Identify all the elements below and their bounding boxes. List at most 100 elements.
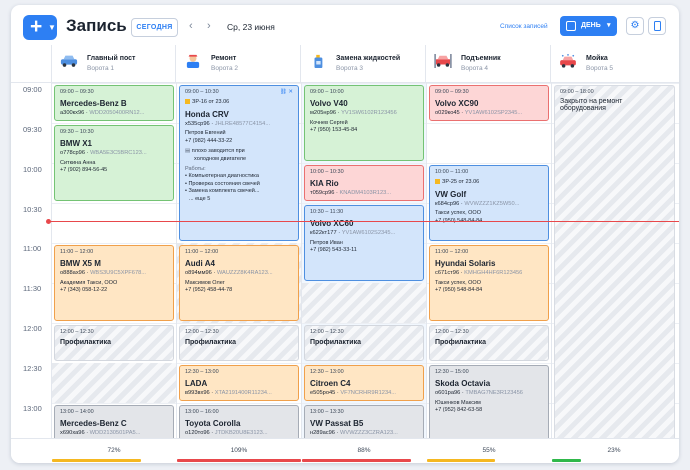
closed-note: Закрыто на ремонт [560,98,623,105]
appointment-card[interactable]: 11:00 – 12:00 Hyundai Solaris с671ст96 ·… [429,245,549,321]
add-appointment-button[interactable]: + ▼ [23,15,57,40]
car-icon [60,55,78,67]
order-badge: ЗР-25 от 23.06 [435,179,543,186]
load-percent: 72% [107,447,121,454]
blocked-slot [52,363,176,403]
appointment-time: 11:00 – 12:00 [60,249,94,255]
appointment-card[interactable]: 13:00 – 14:00 Mercedes-Benz C х690ха96 ·… [54,405,174,438]
page-title: Запись [66,16,127,35]
appointment-plate: о601ра96 · TMBAG7NE3R123456 [435,390,523,397]
wash-icon [560,54,576,68]
current-time-line [49,221,679,222]
settings-button[interactable]: ⚙ [626,17,644,35]
appointment-card[interactable]: 12:30 – 13:00 Citroen C4 е505ро45 · VF7N… [304,365,424,401]
appointment-card[interactable]: 10:00 – 11:00 ЗР-25 от 23.06 VW Golf к68… [429,165,549,241]
appointment-plate: о888ах96 · WBS3U9C5XPF678... [60,270,147,277]
appointment-card[interactable]: 10:30 – 11:30 Volvo XC60 к622кт177 · YV1… [304,205,424,281]
appointment-card[interactable]: 13:00 – 13:30 VW Passat B5 н289ас96 · WV… [304,405,424,438]
time-label: 09:00 [23,85,42,94]
maintenance-slot[interactable]: 12:00 – 12:30 Профилактика [304,325,424,361]
appointment-time: 12:30 – 13:00 [310,369,344,375]
appointment-plate: с671ст96 · KMHGH4HF6R123456 [435,270,523,277]
appointment-car: Citroen C4 [310,379,351,389]
appointment-card[interactable]: 09:30 – 10:30 BMW X1 о778ср96 · WBA5E3C5… [54,125,174,201]
chevron-left-icon[interactable]: ‹ [189,20,193,32]
appointment-plate: о029ко45 · YV1AW6102SP2345... [435,110,523,117]
today-button[interactable]: СЕГОДНЯ [131,18,178,37]
appointment-time: 12:30 – 15:00 [435,369,469,375]
appointment-time: 12:00 – 12:30 [310,329,344,335]
appointment-card[interactable]: 12:30 – 15:00 Skoda Octavia о601ра96 · T… [429,365,549,438]
appointment-car: LADA [185,379,208,389]
time-label: 12:30 [23,364,42,373]
load-percent: 109% [230,447,248,454]
column-name: Мойка [586,55,608,62]
appointment-card-selected[interactable]: 09:00 – 10:30 ⛓ ✕ ЗР-16 от 23.06 Honda CR… [179,85,299,241]
column-header-wash: Мойка Ворота 5 [551,45,679,83]
appointment-phone: +7 (982) 543-33-11 [310,247,357,254]
appointment-time: 09:00 – 10:00 [310,89,344,95]
grid-column-line [301,83,302,438]
appointment-time: 09:30 – 10:30 [60,129,94,135]
schedule-grid[interactable]: 09:00 09:30 10:00 10:30 11:00 11:30 12:0… [11,83,679,438]
maintenance-slot[interactable]: 12:00 – 12:30 Профилактика [179,325,299,361]
link-icon: ⛓ ✕ [279,89,293,95]
calendar-icon [566,21,576,31]
comment-icon: ▤ [185,148,191,155]
appointment-card[interactable]: 13:00 – 16:00 Toyota Corolla о120то96 · … [179,405,299,438]
column-name: Ремонт [211,55,237,62]
column-name: Подъемник [461,55,501,62]
grid-column-line [426,83,427,438]
appointment-phone: +7 (952) 842-63-58 [435,407,483,414]
appointment-card[interactable]: 09:00 – 10:00 Volvo V40 м205нр96 · YV1SW… [304,85,424,161]
maintenance-slot[interactable]: 12:00 – 12:30 Профилактика [429,325,549,361]
view-mode-dropdown[interactable]: ДЕНЬ ▾ [560,16,617,36]
order-icon [185,99,190,105]
appointment-car: Toyota Corolla [185,419,241,429]
grid-column-line [551,83,552,438]
appointment-plate: к684ср96 · WVWZZZ1KZ5W50... [435,200,520,207]
mobile-view-button[interactable] [648,17,666,35]
works-label: Работы: [185,166,206,173]
plus-icon: + [30,15,43,38]
appointment-card[interactable]: 09:00 – 09:30 Mercedes-Benz B а300кх96 ·… [54,85,174,121]
appointment-card[interactable]: 11:00 – 12:00 Audi A4 о894мм96 · WAUZZZ8… [179,245,299,321]
chevron-right-icon[interactable]: › [207,20,211,32]
time-label: 11:30 [23,284,42,293]
appointment-card[interactable]: 12:30 – 13:00 LADA в993вх96 · XTA2191400… [179,365,299,401]
appointment-client: Такси успех, ООО [435,279,481,286]
appointment-plate: а300кх96 · WDD2050400RN12... [60,110,145,117]
appointment-note: ▤ плохо заводится при [185,148,245,155]
column-bay: Ворота 4 [461,65,488,72]
appointment-list-link[interactable]: Список записей [500,23,548,30]
appointment-phone: +7 (902) 894-56-45 [60,167,108,174]
column-bay: Ворота 1 [87,65,114,72]
column-name: Главный пост [87,55,136,62]
grid-line [51,83,679,84]
column-bay: Ворота 5 [586,65,613,72]
appointment-car: Skoda Octavia [435,379,491,389]
appointment-time: 10:30 – 11:30 [310,209,344,215]
load-percent: 88% [357,447,371,454]
closed-block[interactable]: 09:00 – 18:00 Закрыто на ремонт оборудов… [554,85,675,438]
appointment-card[interactable]: 11:00 – 12:00 BMW X5 M о888ах96 · WBS3U9… [54,245,174,321]
appointment-time: 13:00 – 16:00 [185,409,219,415]
scheduler-window: + ▼ Запись СЕГОДНЯ ‹ › Ср, 23 июня Списо… [11,5,679,463]
appointment-plate: о894мм96 · WAUZZZ8K4RA123... [185,270,273,277]
appointment-time: 09:00 – 09:30 [435,89,469,95]
blocked-slot [302,283,426,323]
load-bar [177,459,301,462]
appointment-plate: х690ха96 · WDD2130501PA5... [60,430,141,437]
appointment-plate: е505ро45 · VF7NCRHR9R1234... [310,390,397,397]
maintenance-slot[interactable]: 12:00 – 12:30 Профилактика [54,325,174,361]
appointment-card[interactable]: 09:00 – 09:30 Volvo XC90 о029ко45 · YV1A… [429,85,549,121]
more-works[interactable]: ... еще 5 [185,196,293,203]
appointment-plate: к622кт177 · YV1AW6102S2345... [310,230,396,237]
appointment-client: Петров Иван [310,239,343,246]
appointment-plate: н289ас96 · WVWZZZ3CZRA123... [310,430,398,437]
appointment-time: 13:00 – 13:30 [310,409,344,415]
current-date: Ср, 23 июня [227,22,275,32]
column-bay: Ворота 2 [211,65,238,72]
appointment-card[interactable]: 10:00 – 10:30 KIA Rio т059ср96 · KNADM41… [304,165,424,201]
appointment-phone: +7 (343) 058-12-22 [60,287,108,294]
